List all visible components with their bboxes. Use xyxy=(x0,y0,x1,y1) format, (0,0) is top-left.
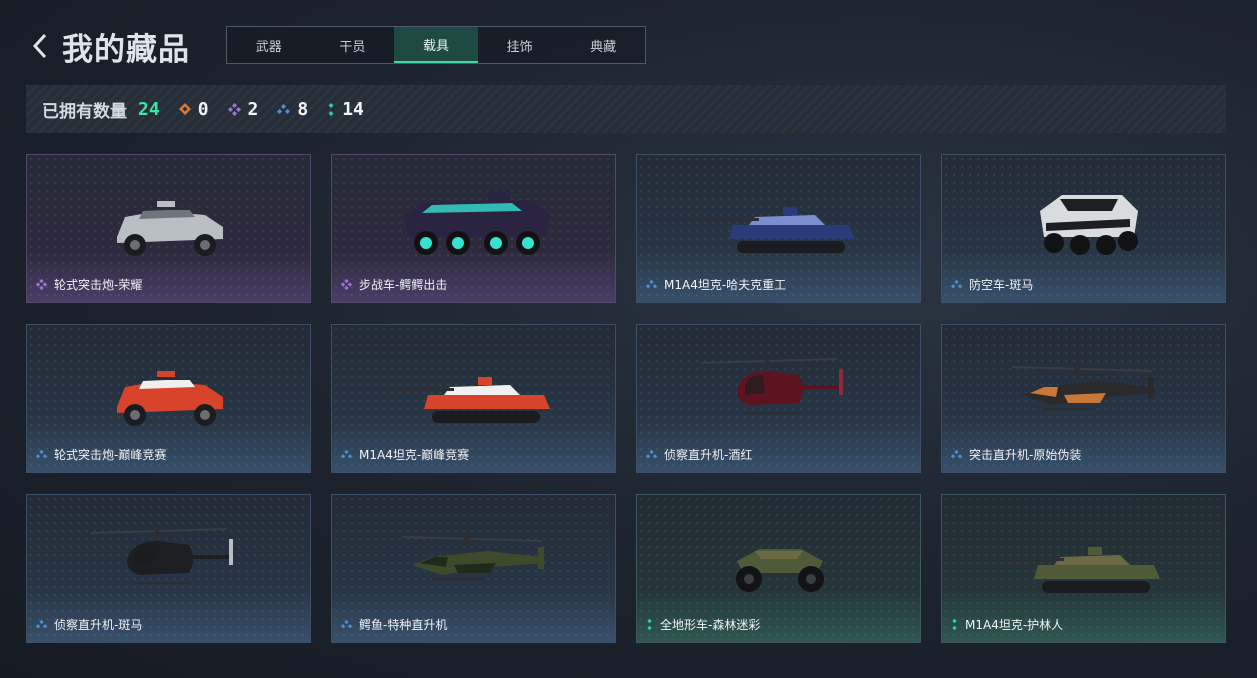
vehicle-card[interactable]: 轮式突击炮-巅峰竞赛 xyxy=(26,324,311,473)
vehicle-card-label: 侦察直升机-斑马 xyxy=(35,616,142,633)
rarity-count-green: 14 xyxy=(326,99,364,120)
blue-diamond-icon xyxy=(340,448,353,461)
tab-weapons[interactable]: 武器 xyxy=(227,27,311,63)
ownership-stats-bar: 已拥有数量 24 0 2 8 14 xyxy=(26,85,1226,133)
attack-helicopter-image xyxy=(1002,341,1167,441)
rarity-count-value: 8 xyxy=(297,98,309,120)
blue-diamond-icon xyxy=(276,102,291,117)
vehicle-card[interactable]: M1A4坦克-哈夫克重工 xyxy=(636,154,921,303)
vehicle-card-label: 轮式突击炮-荣耀 xyxy=(35,276,142,293)
vehicle-card[interactable]: 侦察直升机-酒红 xyxy=(636,324,921,473)
chevron-left-icon xyxy=(32,33,47,59)
tab-charms[interactable]: 挂饰 xyxy=(478,27,562,63)
rarity-count-value: 0 xyxy=(197,98,209,120)
vehicle-card[interactable]: 全地形车-森林迷彩 xyxy=(636,494,921,643)
vehicle-card-label: 步战车-鳄鳄出击 xyxy=(340,276,447,293)
vehicle-card[interactable]: 鳄鱼-特种直升机 xyxy=(331,494,616,643)
page-title: 我的藏品 xyxy=(62,31,190,68)
vehicle-card[interactable]: M1A4坦克-巅峰竞赛 xyxy=(331,324,616,473)
aa-vehicle-image xyxy=(1002,171,1167,271)
vehicle-card-name: 轮式突击炮-巅峰竞赛 xyxy=(54,448,167,462)
blue-diamond-icon xyxy=(35,448,48,461)
ifv-image xyxy=(392,171,557,271)
rarity-count-value: 14 xyxy=(342,98,364,120)
green-diamond-icon xyxy=(645,618,654,631)
rarity-count-orange: 0 xyxy=(178,99,209,120)
orange-diamond-icon xyxy=(178,102,192,116)
back-button[interactable] xyxy=(28,26,52,66)
rarity-count-value: 2 xyxy=(247,98,259,120)
vehicle-card-name: M1A4坦克-巅峰竞赛 xyxy=(359,448,470,462)
tab-collection[interactable]: 典藏 xyxy=(561,27,645,63)
blue-diamond-icon xyxy=(645,278,658,291)
green-diamond-icon xyxy=(326,102,336,117)
vehicle-card-label: 突击直升机-原始伪装 xyxy=(950,446,1081,463)
purple-diamond-icon xyxy=(340,278,353,291)
vehicle-card-label: 鳄鱼-特种直升机 xyxy=(340,616,447,633)
vehicle-card-name: 鳄鱼-特种直升机 xyxy=(359,618,448,632)
green-diamond-icon xyxy=(950,618,959,631)
tab-operators[interactable]: 干员 xyxy=(311,27,395,63)
category-tabs: 武器 干员 载具 挂饰 典藏 xyxy=(226,26,646,64)
attack-helicopter-image xyxy=(392,511,557,611)
tank-image xyxy=(392,341,557,441)
vehicle-card-label: 侦察直升机-酒红 xyxy=(645,446,752,463)
vehicle-card-name: 步战车-鳄鳄出击 xyxy=(359,278,448,292)
tab-vehicles[interactable]: 载具 xyxy=(394,27,478,63)
tank-image xyxy=(1002,511,1167,611)
vehicle-collection-grid: 轮式突击炮-荣耀 步战车-鳄鳄出击 M1A4坦克-哈夫克重工 防空车-斑马 轮式… xyxy=(26,154,1226,644)
vehicle-card[interactable]: 侦察直升机-斑马 xyxy=(26,494,311,643)
atv-image xyxy=(697,511,862,611)
vehicle-card[interactable]: 防空车-斑马 xyxy=(941,154,1226,303)
owned-count-label: 已拥有数量 xyxy=(42,101,127,122)
blue-diamond-icon xyxy=(950,448,963,461)
vehicle-card-label: M1A4坦克-哈夫克重工 xyxy=(645,276,786,293)
owned-count-total: 24 xyxy=(138,98,160,120)
blue-diamond-icon xyxy=(645,448,658,461)
blue-diamond-icon xyxy=(340,618,353,631)
vehicle-card-name: 轮式突击炮-荣耀 xyxy=(54,278,143,292)
rarity-count-purple: 2 xyxy=(227,98,259,120)
purple-diamond-icon xyxy=(35,278,48,291)
vehicle-card-name: 侦察直升机-斑马 xyxy=(54,618,143,632)
vehicle-card-name: 突击直升机-原始伪装 xyxy=(969,448,1082,462)
scout-helicopter-image xyxy=(87,511,252,611)
scout-helicopter-image xyxy=(697,341,862,441)
vehicle-card-label: M1A4坦克-护林人 xyxy=(950,616,1063,633)
rarity-count-blue: 8 xyxy=(276,99,308,120)
vehicle-card[interactable]: 突击直升机-原始伪装 xyxy=(941,324,1226,473)
vehicle-card-name: 侦察直升机-酒红 xyxy=(664,448,753,462)
vehicle-card[interactable]: 步战车-鳄鳄出击 xyxy=(331,154,616,303)
vehicle-card-label: 防空车-斑马 xyxy=(950,276,1033,293)
vehicle-card-name: 全地形车-森林迷彩 xyxy=(660,618,761,632)
armored-car-image xyxy=(87,341,252,441)
vehicle-card-label: M1A4坦克-巅峰竞赛 xyxy=(340,446,469,463)
vehicle-card[interactable]: 轮式突击炮-荣耀 xyxy=(26,154,311,303)
vehicle-card-name: M1A4坦克-护林人 xyxy=(965,618,1064,632)
vehicle-card-label: 全地形车-森林迷彩 xyxy=(645,616,760,633)
vehicle-card-label: 轮式突击炮-巅峰竞赛 xyxy=(35,446,166,463)
armored-car-image xyxy=(87,171,252,271)
vehicle-card-name: 防空车-斑马 xyxy=(969,278,1034,292)
blue-diamond-icon xyxy=(35,618,48,631)
vehicle-card[interactable]: M1A4坦克-护林人 xyxy=(941,494,1226,643)
purple-diamond-icon xyxy=(227,102,242,117)
tank-image xyxy=(697,171,862,271)
vehicle-card-name: M1A4坦克-哈夫克重工 xyxy=(664,278,787,292)
blue-diamond-icon xyxy=(950,278,963,291)
header: 我的藏品 xyxy=(28,24,190,68)
